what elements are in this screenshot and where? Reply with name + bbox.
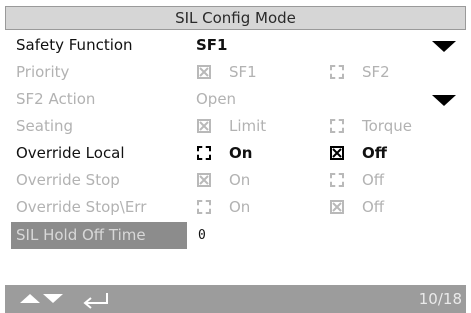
override-local-option-off-label: Off <box>362 144 387 162</box>
override-stop-label: Override Stop <box>16 171 120 189</box>
override-stop-err-option-on-label: On <box>229 198 251 216</box>
override-stop-option-on-label: On <box>229 171 251 189</box>
footer-bar: 10/18 <box>5 285 466 313</box>
override-stop-err-option-off-label: Off <box>362 198 385 216</box>
checkbox-checked-icon <box>330 200 344 214</box>
override-local-label: Override Local <box>16 144 125 162</box>
seating-label: Seating <box>16 117 74 135</box>
checkbox-checked-icon <box>197 65 211 79</box>
row-override-stop: Override Stop On Off <box>0 167 471 194</box>
row-sil-hold-off-time[interactable]: SIL Hold Off Time 0 <box>0 222 471 249</box>
row-override-stop-err: Override Stop\Err On Off <box>0 194 471 221</box>
priority-option-sf1-label: SF1 <box>229 63 257 81</box>
row-priority: Priority SF1 SF2 <box>0 59 471 86</box>
checkbox-unchecked-icon[interactable] <box>197 146 211 160</box>
override-stop-err-label: Override Stop\Err <box>16 198 147 216</box>
enter-return-icon[interactable] <box>80 291 110 313</box>
checkbox-checked-icon <box>197 173 211 187</box>
sil-hold-off-time-label: SIL Hold Off Time <box>16 226 146 244</box>
checkbox-unchecked-icon <box>330 119 344 133</box>
checkbox-unchecked-icon <box>330 65 344 79</box>
override-stop-option-off-label: Off <box>362 171 385 189</box>
row-sf2-action: SF2 Action Open <box>0 86 471 113</box>
row-override-local[interactable]: Override Local On Off <box>0 140 471 167</box>
arrow-up-icon[interactable] <box>20 294 40 303</box>
sf2-action-value: Open <box>196 90 237 108</box>
override-local-option-on-label: On <box>229 144 253 162</box>
checkbox-checked-icon <box>197 119 211 133</box>
safety-function-label: Safety Function <box>16 36 133 54</box>
dropdown-arrow-icon <box>432 95 456 106</box>
checkbox-unchecked-icon <box>330 173 344 187</box>
seating-option-torque-label: Torque <box>362 117 412 135</box>
arrow-down-icon[interactable] <box>43 294 63 303</box>
priority-option-sf2-label: SF2 <box>362 63 390 81</box>
checkbox-unchecked-icon <box>197 200 211 214</box>
checkbox-checked-icon[interactable] <box>330 146 344 160</box>
sil-hold-off-time-value[interactable]: 0 <box>198 222 206 249</box>
seating-option-limit-label: Limit <box>229 117 267 135</box>
priority-label: Priority <box>16 63 70 81</box>
row-safety-function[interactable]: Safety Function SF1 <box>0 32 471 59</box>
safety-function-value[interactable]: SF1 <box>196 32 228 59</box>
sil-config-screen: SIL Config Mode Safety Function SF1 Prio… <box>0 0 471 313</box>
page-indicator: 10/18 <box>418 290 462 308</box>
screen-title: SIL Config Mode <box>5 6 466 30</box>
sf2-action-label: SF2 Action <box>16 90 96 108</box>
dropdown-arrow-icon[interactable] <box>432 41 456 52</box>
row-seating: Seating Limit Torque <box>0 113 471 140</box>
